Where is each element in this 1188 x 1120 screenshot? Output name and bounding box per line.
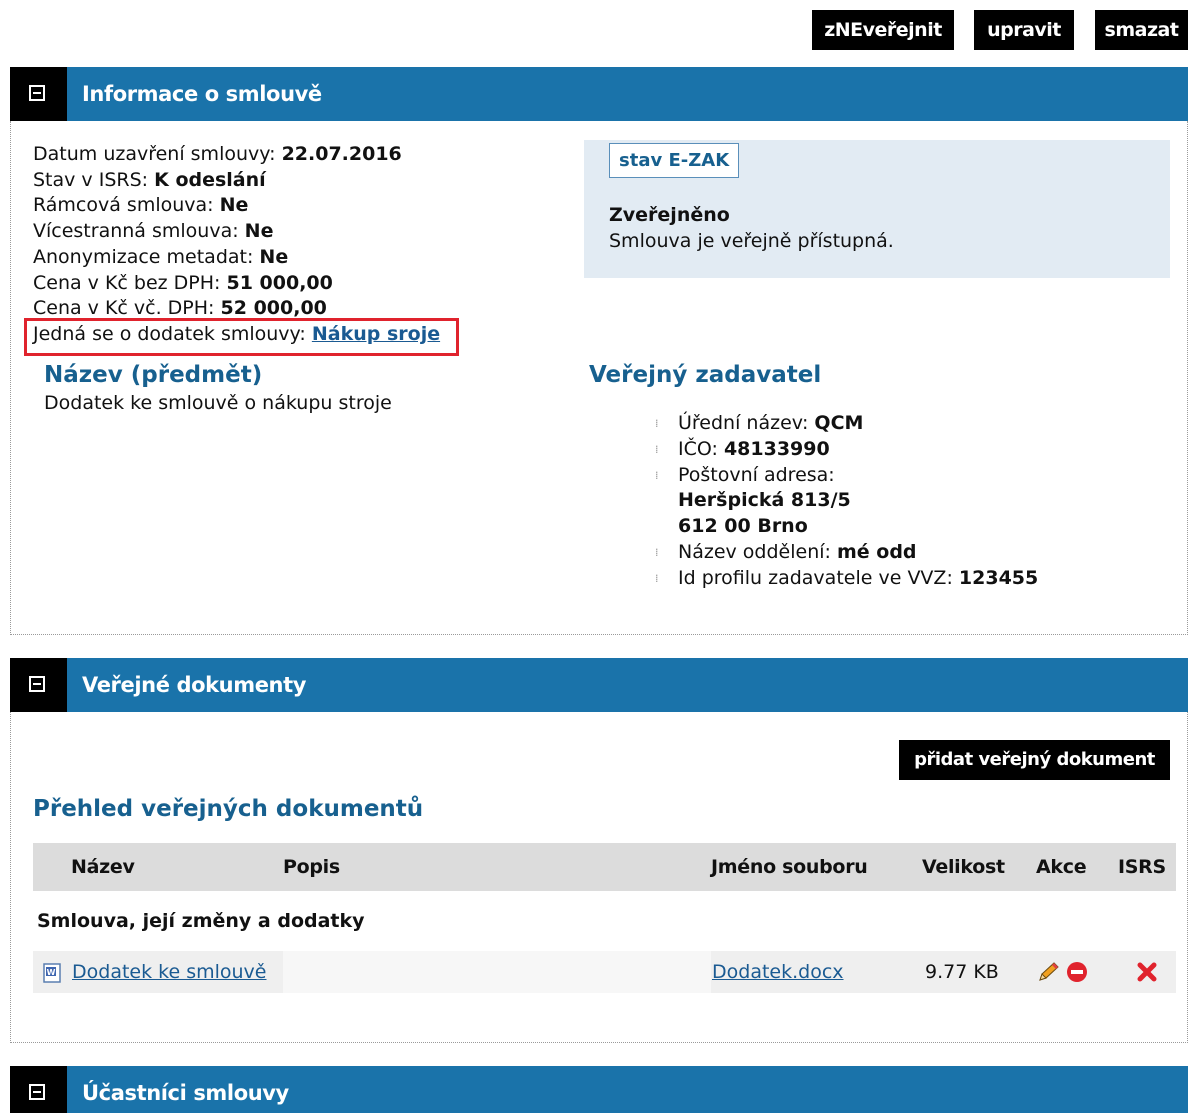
column-header-description: Popis — [283, 843, 711, 891]
name-heading: Název (předmět) — [44, 362, 263, 388]
name-value: Dodatek ke smlouvě o nákupu stroje — [44, 392, 392, 414]
profile-id-value: 123455 — [958, 566, 1039, 589]
isrs-state-value: K odeslání — [154, 168, 266, 191]
ico-label: IČO: — [678, 437, 718, 460]
address-line1: Heršpická 813/5 — [678, 489, 851, 512]
table-row: W Dodatek ke smlouvě Dodatek.docx 9.77 K… — [33, 951, 1176, 993]
department-value: mé odd — [836, 540, 917, 563]
remove-icon[interactable] — [1066, 961, 1088, 983]
doc-file-link[interactable]: Dodatek.docx — [712, 961, 844, 983]
table-header-row: Název Popis Jméno souboru Velikost Akce … — [33, 843, 1176, 891]
date-value: 22.07.2016 — [281, 143, 402, 165]
ezak-status-button[interactable]: stav E-ZAK — [609, 143, 740, 178]
bullet-icon: ⁞ — [655, 468, 659, 482]
section-title: Účastníci smlouvy — [82, 1081, 289, 1105]
doc-icon-cell: W — [33, 951, 71, 993]
status-title: Zveřejněno — [609, 204, 730, 226]
anonymization-value: Ne — [259, 245, 289, 268]
address-label: Poštovní adresa: — [678, 463, 835, 486]
doc-name-cell: Dodatek ke smlouvě — [71, 951, 283, 993]
authority-address: ⁞ Poštovní adresa: — [655, 463, 1038, 489]
collapse-toggle-public-documents[interactable] — [10, 658, 67, 712]
section-header-public-documents: Veřejné dokumenty — [10, 658, 1188, 712]
info-line-price-excl: Cena v Kč bez DPH: 51 000,00 — [33, 271, 440, 297]
authority-department: ⁞ Název oddělení: mé odd — [655, 540, 1038, 566]
edit-button[interactable]: upravit — [974, 10, 1074, 50]
table-group-row: Smlouva, její změny a dodatky — [33, 891, 1176, 951]
framework-label: Rámcová smlouva: — [33, 194, 214, 217]
authority-address-line1: Heršpická 813/5 — [655, 488, 1038, 514]
info-line-anonymization: Anonymizace metadat: Ne — [33, 245, 440, 271]
bullet-icon: ⁞ — [655, 571, 659, 585]
info-line-multilateral: Vícestranná smlouva: Ne — [33, 219, 440, 245]
department-label: Název oddělení: — [678, 540, 831, 563]
authority-address-line2: 612 00 Brno — [655, 514, 1038, 540]
status-panel: stav E-ZAK Zveřejněno Smlouva je veřejně… — [584, 140, 1170, 278]
collapse-toggle-contract-info[interactable] — [10, 67, 67, 121]
column-header-file-name[interactable]: Jméno souboru — [711, 843, 922, 891]
collapse-toggle-participants[interactable] — [10, 1066, 67, 1113]
ico-value: 48133990 — [723, 437, 830, 460]
official-name-label: Úřední název: — [678, 412, 809, 434]
collapse-icon — [29, 85, 45, 101]
contract-info-list: Datum uzavření smlouvy: 22.07.2016 Stav … — [33, 142, 440, 348]
addendum-highlight — [24, 318, 459, 356]
column-header-isrs: ISRS — [1118, 843, 1176, 891]
price-excl-value: 51 000,00 — [226, 271, 333, 294]
doc-actions-cell — [1030, 951, 1118, 993]
documents-table: Název Popis Jméno souboru Velikost Akce … — [33, 843, 1176, 993]
add-public-document-button[interactable]: přidat veřejný dokument — [899, 740, 1170, 780]
section-header-contract-info: Informace o smlouvě — [10, 67, 1188, 121]
authority-ico: ⁞ IČO: 48133990 — [655, 437, 1038, 463]
collapse-icon — [29, 676, 45, 692]
multilateral-value: Ne — [244, 220, 274, 243]
status-text: Smlouva je veřejně přístupná. — [609, 230, 894, 252]
price-excl-label: Cena v Kč bez DPH: — [33, 271, 221, 294]
doc-name-link[interactable]: Dodatek ke smlouvě — [72, 961, 266, 983]
section-header-participants: Účastníci smlouvy — [10, 1066, 1188, 1113]
info-line-date: Datum uzavření smlouvy: 22.07.2016 — [33, 142, 440, 168]
date-label: Datum uzavření smlouvy: — [33, 143, 276, 165]
authority-official-name: ⁞ Úřední název: QCM — [655, 411, 1038, 437]
table-header-spacer — [33, 843, 71, 891]
price-incl-label: Cena v Kč vč. DPH: — [33, 297, 215, 320]
collapse-icon — [29, 1084, 45, 1100]
price-incl-value: 52 000,00 — [220, 297, 327, 320]
unpublish-button[interactable]: zNEveřejnit — [812, 10, 954, 50]
doc-isrs-cell — [1118, 951, 1176, 993]
info-line-framework: Rámcová smlouva: Ne — [33, 193, 440, 219]
doc-size-cell: 9.77 KB — [922, 951, 1030, 993]
red-x-icon[interactable] — [1136, 961, 1158, 983]
authority-heading: Veřejný zadavatel — [589, 362, 822, 388]
word-doc-icon: W — [43, 962, 61, 983]
delete-button[interactable]: smazat — [1095, 10, 1188, 50]
official-name-value: QCM — [814, 412, 864, 434]
column-header-size[interactable]: Velikost — [922, 843, 1030, 891]
bullet-icon: ⁞ — [655, 417, 659, 430]
info-line-isrs-state: Stav v ISRS: K odeslání — [33, 168, 440, 194]
section-title: Veřejné dokumenty — [82, 673, 307, 697]
pencil-icon[interactable] — [1036, 961, 1060, 983]
doc-description-cell — [283, 951, 711, 993]
anonymization-label: Anonymizace metadat: — [33, 245, 254, 268]
authority-details: ⁞ Úřední název: QCM ⁞ IČO: 48133990 ⁞ Pošto… — [655, 411, 1038, 592]
multilateral-label: Vícestranná smlouva: — [33, 220, 239, 243]
bullet-icon: ⁞ — [655, 442, 659, 456]
documents-overview-heading: Přehled veřejných dokumentů — [33, 796, 424, 822]
bullet-icon: ⁞ — [655, 545, 659, 559]
column-header-name[interactable]: Název — [71, 843, 283, 891]
address-line2: 612 00 Brno — [678, 515, 808, 538]
isrs-state-label: Stav v ISRS: — [33, 168, 149, 191]
section-title: Informace o smlouvě — [82, 82, 322, 106]
profile-id-label: Id profilu zadavatele ve VVZ: — [678, 566, 953, 589]
column-header-actions: Akce — [1030, 843, 1118, 891]
group-label: Smlouva, její změny a dodatky — [37, 910, 365, 932]
doc-file-cell: Dodatek.docx — [711, 951, 922, 993]
framework-value: Ne — [219, 194, 249, 217]
authority-profile-id: ⁞ Id profilu zadavatele ve VVZ: 123455 — [655, 566, 1038, 592]
svg-text:W: W — [47, 968, 56, 977]
